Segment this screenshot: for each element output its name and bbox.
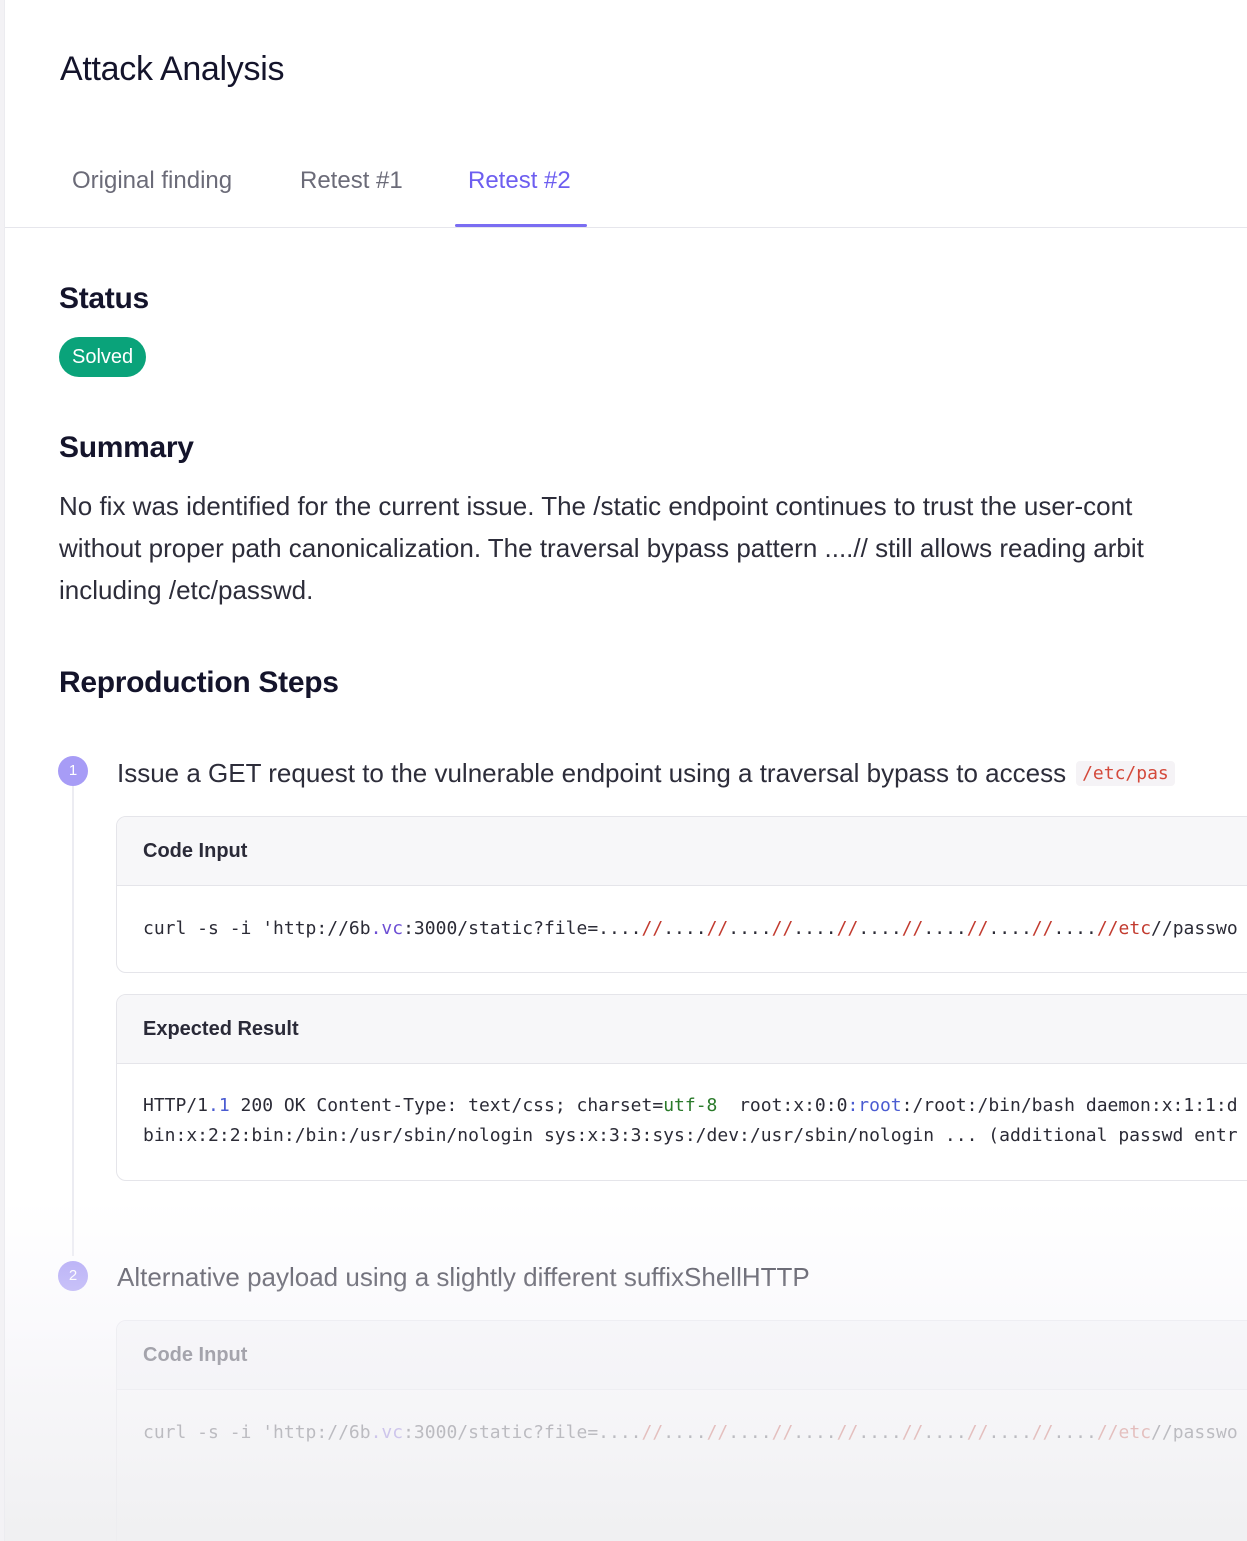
tab-retest-1[interactable]: Retest #1 (300, 167, 403, 195)
summary-line: No fix was identified for the current is… (59, 491, 1133, 521)
expected-result-content[interactable]: HTTP/1.1 200 OK Content-Type: text/css; … (117, 1064, 1247, 1151)
step-description-text: Issue a GET request to the vulnerable en… (117, 758, 1067, 788)
summary-line: without proper path canonicalization. Th… (59, 533, 1144, 563)
step-number-badge: 2 (58, 1261, 88, 1291)
active-tab-indicator (455, 224, 587, 227)
status-heading: Status (59, 282, 149, 315)
page-title: Attack Analysis (60, 50, 285, 88)
summary-text: No fix was identified for the current is… (59, 485, 1247, 611)
step-description-text: Alternative payload using a slightly dif… (117, 1262, 810, 1292)
code-input-label: Code Input (117, 817, 1247, 886)
tab-original-finding[interactable]: Original finding (72, 167, 232, 195)
code-input-content[interactable]: curl -s -i 'http://6b.vc:3000/static?fil… (117, 1390, 1247, 1448)
code-input-label: Code Input (117, 1321, 1247, 1390)
tab-bar: Original finding Retest #1 Retest #2 (5, 150, 1247, 228)
expected-result-block: Expected Result HTTP/1.1 200 OK Content-… (116, 994, 1247, 1181)
tab-retest-2[interactable]: Retest #2 (468, 167, 571, 195)
steps-timeline (72, 786, 74, 1256)
summary-line: including /etc/passwd. (59, 575, 314, 605)
step-description: Alternative payload using a slightly dif… (117, 1262, 810, 1293)
status-badge: Solved (59, 337, 147, 377)
code-input-content[interactable]: curl -s -i 'http://6b.vc:3000/static?fil… (117, 886, 1247, 944)
expected-result-label: Expected Result (117, 995, 1247, 1064)
step-description: Issue a GET request to the vulnerable en… (117, 758, 1175, 789)
reproduction-steps-heading: Reproduction Steps (59, 666, 339, 699)
code-input-block: Code Input curl -s -i 'http://6b.vc:3000… (116, 816, 1247, 973)
summary-heading: Summary (59, 431, 194, 464)
inline-code: /etc/pas (1076, 761, 1175, 786)
attack-analysis-panel: Attack Analysis Original finding Retest … (4, 0, 1247, 1541)
step-number-badge: 1 (58, 756, 88, 786)
code-input-block: Code Input curl -s -i 'http://6b.vc:3000… (116, 1320, 1247, 1541)
